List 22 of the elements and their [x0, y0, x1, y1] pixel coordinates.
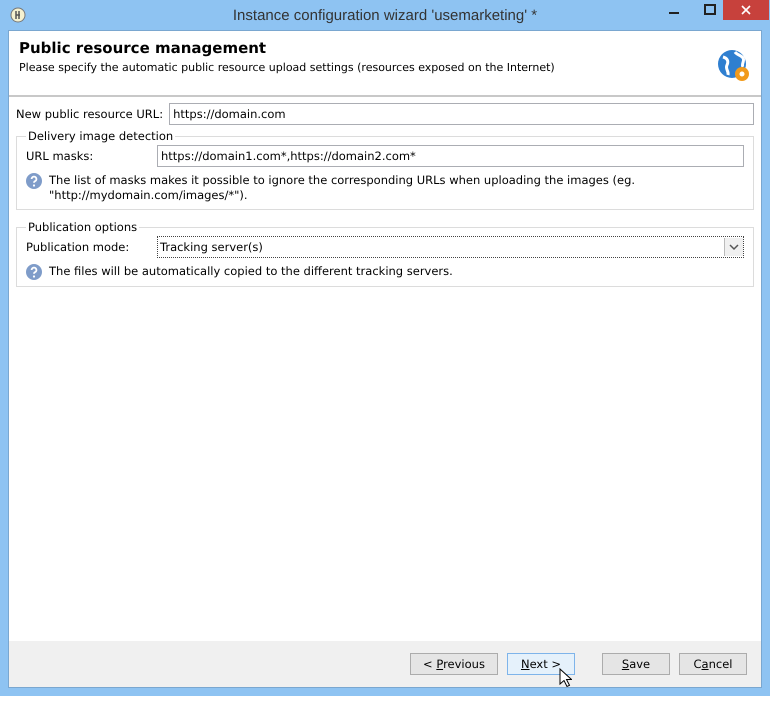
wizard-button[interactable]: < Previous — [410, 653, 498, 675]
close-icon[interactable] — [723, 0, 769, 20]
wizard-button[interactable]: Cancel — [679, 653, 747, 675]
globe-gear-icon — [717, 49, 751, 83]
app-icon — [10, 7, 26, 23]
mode-dropdown[interactable]: Tracking server(s) — [157, 236, 744, 258]
page-subtitle: Please specify the automatic public resource upload settings (resources exposed on the Internet) — [19, 61, 555, 74]
help-text: The files will be automatically copied to the different tracking servers. — [49, 264, 453, 279]
field-label: New public resource URL: — [16, 107, 164, 121]
url-field[interactable]: https://domain.com — [169, 103, 754, 125]
field-label: Publication mode: — [26, 240, 130, 254]
help-icon — [26, 173, 42, 189]
masks-field[interactable]: https://domain1.com*,https://domain2.com* — [157, 145, 744, 167]
group-title: Delivery image detection — [27, 129, 174, 143]
wizard-button[interactable]: Save — [602, 653, 670, 675]
window-title: Instance configuration wizard 'usemarketing' * — [232, 6, 538, 24]
field-label: URL masks: — [26, 149, 94, 163]
help-text: The list of masks makes it possible to ignore the corresponding URLs when uploading the images (eg. "http://mydomain.com/images/*"). — [49, 173, 636, 203]
help-icon — [26, 264, 42, 280]
page-title: Public resource management — [19, 39, 268, 57]
wizard-button[interactable]: Next > — [507, 653, 575, 675]
group-title: Publication options — [27, 220, 138, 234]
